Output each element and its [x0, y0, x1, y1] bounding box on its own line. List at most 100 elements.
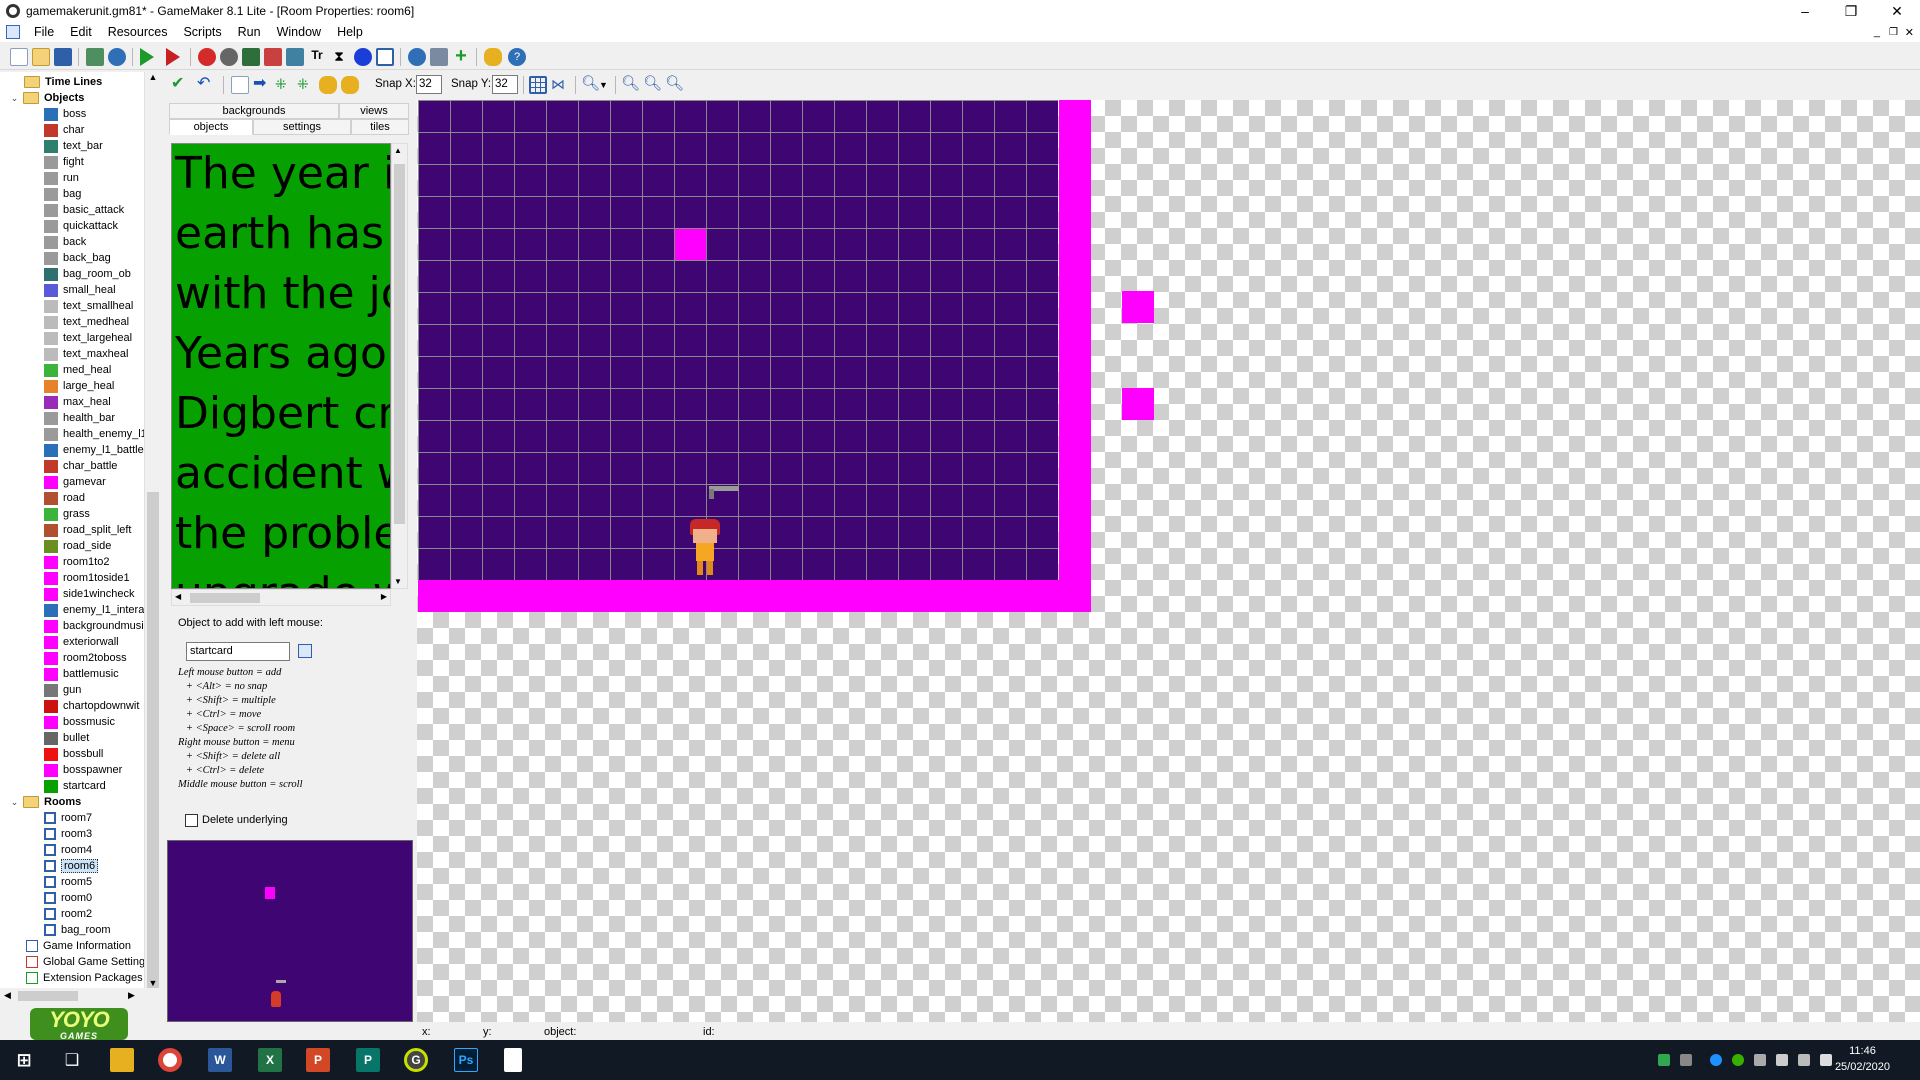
photoshop-icon[interactable]: Ps	[454, 1048, 478, 1072]
zoom-normal-icon[interactable]: 🔍︎	[643, 76, 662, 94]
tree-object-chartopdownwit[interactable]: chartopdownwit	[44, 698, 139, 714]
tree-scroll-thumb[interactable]	[147, 492, 159, 992]
publish-icon[interactable]	[108, 48, 126, 66]
extension-packages-icon[interactable]: +	[452, 46, 470, 66]
notepad-icon[interactable]	[504, 1048, 522, 1072]
tree-object-quickattack[interactable]: quickattack	[44, 218, 118, 234]
delete-underlying-checkbox[interactable]	[185, 814, 198, 827]
tray-wifi-icon[interactable]	[1776, 1054, 1788, 1066]
tree-room-room5[interactable]: room5	[44, 874, 92, 890]
tree-vertical-scrollbar[interactable]: ▲ ▼	[144, 72, 160, 992]
advanced-mode-icon[interactable]	[484, 48, 502, 66]
isometric-grid-icon[interactable]: ⋈	[551, 76, 569, 94]
outside-block-lower[interactable]	[1122, 388, 1154, 420]
tree-object-health_bar[interactable]: health_bar	[44, 410, 115, 426]
mdi-minimize-icon[interactable]: _	[1874, 26, 1880, 38]
menu-window[interactable]: Window	[269, 25, 329, 39]
tree-room-bag_room[interactable]: bag_room	[44, 922, 111, 938]
character-sprite[interactable]	[686, 519, 724, 579]
tree-object-text_maxheal[interactable]: text_maxheal	[44, 346, 128, 362]
tree-object-text_medheal[interactable]: text_medheal	[44, 314, 129, 330]
tree-object-road[interactable]: road	[44, 490, 85, 506]
tree-horizontal-scrollbar[interactable]: ◀ ▶	[0, 988, 160, 1004]
file-explorer-icon[interactable]	[110, 1048, 134, 1072]
mdi-close-icon[interactable]: ✕	[1905, 26, 1914, 39]
shift-instances-icon[interactable]: ➡	[253, 76, 271, 94]
tree-object-backgroundmusi[interactable]: backgroundmusi	[44, 618, 144, 634]
tree-object-enemy_l1_battle[interactable]: enemy_l1_battle	[44, 442, 144, 458]
scroll-left-icon[interactable]: ◀	[175, 592, 181, 601]
menu-edit[interactable]: Edit	[62, 25, 100, 39]
excel-icon[interactable]: X	[258, 1048, 282, 1072]
word-icon[interactable]: W	[208, 1048, 232, 1072]
mdi-window-icon[interactable]	[6, 25, 20, 39]
exterior-wall-right[interactable]	[1059, 100, 1091, 612]
tree-object-side1wincheck[interactable]: side1wincheck	[44, 586, 135, 602]
game-information-icon[interactable]	[408, 48, 426, 66]
add-font-icon[interactable]: Tr	[308, 48, 326, 66]
tree-object-room1toside1[interactable]: room1toside1	[44, 570, 130, 586]
tree-object-bag_room_ob[interactable]: bag_room_ob	[44, 266, 131, 282]
tree-object-health_enemy_l1[interactable]: health_enemy_l1	[44, 426, 147, 442]
debug-game-icon[interactable]	[166, 48, 180, 66]
save-icon[interactable]	[54, 48, 72, 66]
lock-instances-icon[interactable]	[319, 76, 337, 94]
tree-object-road_split_left[interactable]: road_split_left	[44, 522, 132, 538]
tree-object-gun[interactable]: gun	[44, 682, 81, 698]
tree-object-bullet[interactable]: bullet	[44, 730, 89, 746]
collapse-icon[interactable]: ⌄	[10, 93, 19, 103]
tree-object-text_bar[interactable]: text_bar	[44, 138, 103, 154]
maximize-button[interactable]: ❐	[1828, 0, 1874, 22]
taskbar-clock[interactable]: 11:46 25/02/2020	[1835, 1043, 1890, 1075]
preview-vscroll-thumb[interactable]	[394, 164, 405, 524]
tree-object-char_battle[interactable]: char_battle	[44, 458, 117, 474]
exterior-wall-bottom[interactable]	[418, 580, 1091, 612]
menu-file[interactable]: File	[26, 25, 62, 39]
tree-object-back_bag[interactable]: back_bag	[44, 250, 111, 266]
ok-check-icon[interactable]: ✔	[171, 76, 189, 94]
preview-vertical-scrollbar[interactable]: ▲ ▼	[391, 143, 408, 589]
tree-object-run[interactable]: run	[44, 170, 79, 186]
toggle-grid-icon[interactable]	[529, 76, 547, 94]
tree-room-room2[interactable]: room2	[44, 906, 92, 922]
tray-display-icon[interactable]	[1798, 1054, 1810, 1066]
global-settings-icon[interactable]	[430, 48, 448, 66]
scroll-right-icon[interactable]: ▶	[381, 592, 387, 601]
menu-run[interactable]: Run	[230, 25, 269, 39]
tree-folder-objects[interactable]: ⌄ Objects	[10, 90, 84, 106]
tree-room-room7[interactable]: room7	[44, 810, 92, 826]
tree-object-text_smallheal[interactable]: text_smallheal	[44, 298, 133, 314]
tree-object-exteriorwall[interactable]: exteriorwall	[44, 634, 119, 650]
publisher-icon[interactable]: P	[356, 1048, 380, 1072]
tree-room-room0[interactable]: room0	[44, 890, 92, 906]
tab-settings[interactable]: settings	[253, 119, 351, 135]
tree-object-fight[interactable]: fight	[44, 154, 84, 170]
tree-room-room3[interactable]: room3	[44, 826, 92, 842]
tree-object-bossmusic[interactable]: bossmusic	[44, 714, 115, 730]
scroll-left-icon[interactable]: ◀	[4, 990, 11, 1001]
tree-object-bosspawner[interactable]: bosspawner	[44, 762, 122, 778]
add-object-icon[interactable]	[354, 48, 372, 66]
scroll-right-icon[interactable]: ▶	[128, 990, 135, 1001]
tree-object-basic_attack[interactable]: basic_attack	[44, 202, 124, 218]
run-game-icon[interactable]	[140, 48, 154, 66]
menu-help[interactable]: Help	[329, 25, 371, 39]
task-view-icon[interactable]: ❑	[60, 1048, 84, 1072]
gamemaker-taskbar-icon[interactable]: G	[404, 1048, 428, 1072]
tree-object-battlemusic[interactable]: battlemusic	[44, 666, 119, 682]
chrome-icon[interactable]	[158, 1048, 182, 1072]
open-file-icon[interactable]	[32, 48, 50, 66]
tree-object-gamevar[interactable]: gamevar	[44, 474, 106, 490]
minimize-button[interactable]: –	[1782, 0, 1828, 22]
tree-object-large_heal[interactable]: large_heal	[44, 378, 114, 394]
tree-extra-2[interactable]: Extension Packages	[26, 970, 143, 986]
mdi-restore-icon[interactable]: ❐	[1889, 27, 1898, 38]
zoom-out-icon[interactable]: 🔍︎	[621, 76, 640, 94]
unlock-instances-icon[interactable]	[341, 76, 359, 94]
snap-y-input[interactable]: 32	[492, 75, 518, 94]
tab-backgrounds[interactable]: backgrounds	[169, 103, 339, 119]
create-executable-icon[interactable]	[86, 48, 104, 66]
tree-object-room1to2[interactable]: room1to2	[44, 554, 109, 570]
wall-block[interactable]	[675, 229, 706, 260]
tree-object-startcard[interactable]: startcard	[44, 778, 106, 794]
